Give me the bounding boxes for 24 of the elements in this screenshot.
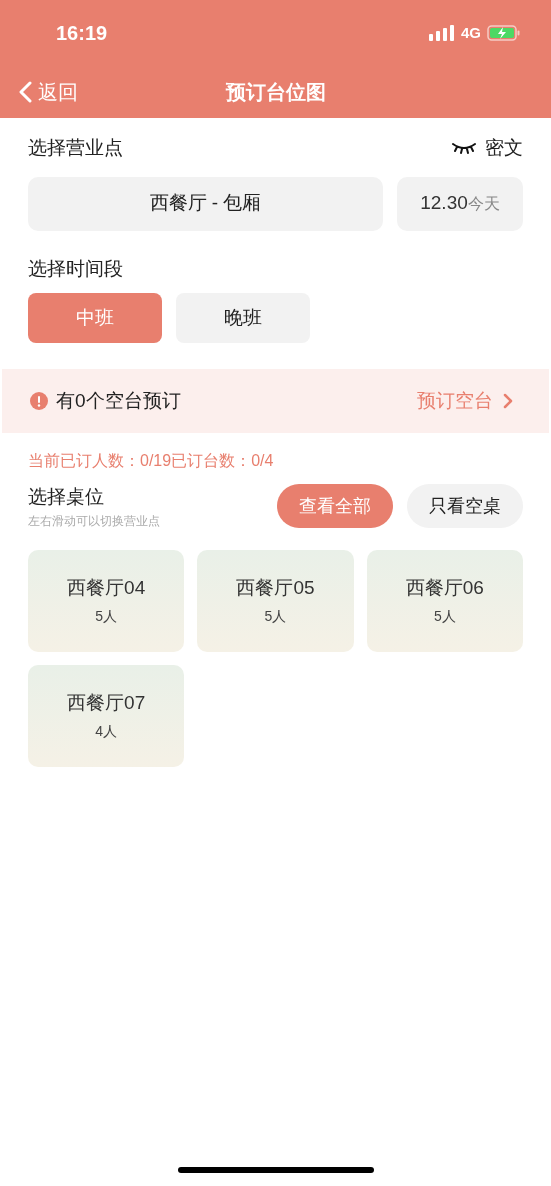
filter-pill[interactable]: 只看空桌: [407, 484, 523, 529]
shift-option[interactable]: 晚班: [176, 293, 310, 343]
chevron-right-icon: [503, 393, 513, 409]
status-time: 16:19: [56, 21, 108, 46]
table-card[interactable]: 西餐厅07 4人: [28, 664, 185, 767]
outlet-selector[interactable]: 西餐厅 - 包厢: [28, 176, 383, 231]
signal-icon: [429, 25, 455, 41]
chevron-left-icon: [18, 81, 32, 103]
battery-icon: [487, 25, 521, 41]
booking-summary: 当前已订人数：0/19已订台数：0/4: [27, 451, 275, 471]
notice-text: 有0个空台预订: [56, 388, 181, 413]
swipe-hint: 左右滑动可以切换营业点: [28, 512, 160, 530]
page-title: 预订台位图: [225, 80, 326, 105]
section-label: 选择桌位: [28, 485, 105, 509]
section-label: 选择营业点: [28, 136, 123, 160]
mask-toggle[interactable]: 密文: [451, 134, 523, 163]
alert-icon: [30, 392, 48, 410]
table-card[interactable]: 西餐厅06 5人: [366, 549, 523, 652]
closed-eye-icon: [451, 142, 477, 155]
section-label: 选择时间段: [27, 256, 124, 281]
table-card[interactable]: 西餐厅04 5人: [28, 549, 185, 652]
table-card[interactable]: 西餐厅05 5人: [197, 549, 354, 652]
network-label: 4G: [461, 22, 481, 43]
date-selector[interactable]: 12.30今天: [397, 176, 523, 231]
